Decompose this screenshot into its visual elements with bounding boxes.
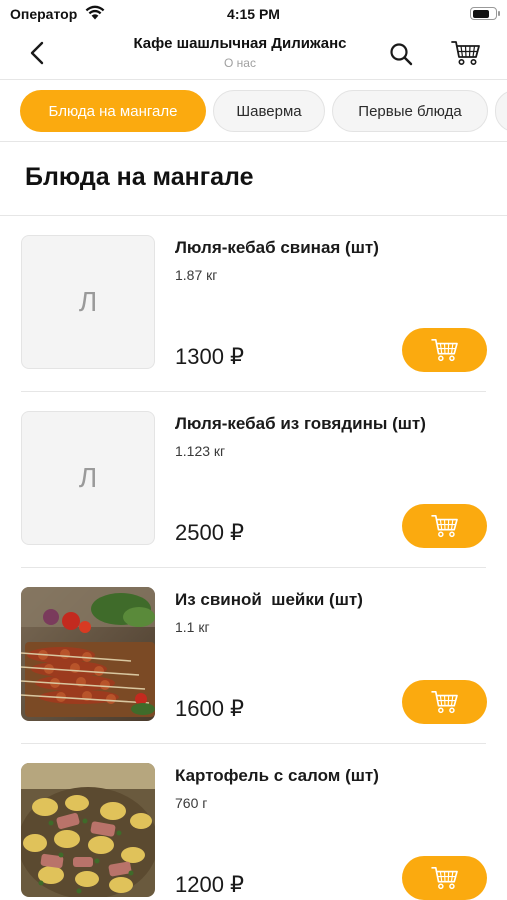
cart-icon [430,691,458,714]
add-to-cart-button[interactable] [402,680,487,724]
back-button[interactable] [22,38,52,68]
add-to-cart-button[interactable] [402,856,487,900]
product-weight: 1.123 кг [175,443,226,459]
product-image-placeholder: Л [21,235,155,369]
product-weight: 1.87 кг [175,267,218,283]
chevron-left-icon [30,41,44,65]
battery-icon [470,7,500,20]
cart-icon [430,515,458,538]
product-price: 1600 ₽ [175,696,245,721]
battery-level [472,9,490,18]
add-to-cart-button[interactable] [402,504,487,548]
product-name: Из свиной шейки (шт) [175,590,363,609]
product-image-placeholder: Л [21,411,155,545]
cart-icon [430,867,458,890]
product-price: 1300 ₽ [175,344,245,369]
category-chip-more[interactable] [495,90,507,132]
product-weight: 760 г [175,795,208,811]
nav-bar: Кафе шашлычная Дилижанс О нас [0,30,507,80]
category-chip-shawarma[interactable]: Шаверма [213,90,325,132]
product-photo [21,587,155,721]
cart-button[interactable] [448,37,484,69]
search-icon [390,43,413,66]
about-link[interactable]: О нас [100,56,380,70]
category-tabs: Блюда на мангале Шаверма Первые блюда [0,80,507,142]
status-bar: Оператор 4:15 PM [0,0,507,30]
product-card[interactable]: Из свиной шейки (шт) 1.1 кг 1600 ₽ [0,568,507,744]
cart-icon [430,339,458,362]
add-to-cart-button[interactable] [402,328,487,372]
product-price: 1200 ₽ [175,872,245,897]
category-chip-soups[interactable]: Первые блюда [332,90,488,132]
section-title: Блюда на мангале [25,163,254,191]
page-title: Кафе шашлычная Дилижанс [133,35,347,52]
status-time: 4:15 PM [227,6,280,22]
product-card[interactable]: Л Люля-кебаб из говядины (шт) 1.123 кг 2… [0,392,507,568]
product-name: Люля-кебаб из говядины (шт) [175,414,426,433]
product-photo [21,763,155,897]
search-button[interactable] [385,38,417,70]
product-weight: 1.1 кг [175,619,210,635]
category-chip-grill[interactable]: Блюда на мангале [20,90,206,132]
product-card[interactable]: Л Люля-кебаб свиная (шт) 1.87 кг 1300 ₽ [0,216,507,392]
product-card[interactable]: Картофель с салом (шт) 760 г 1200 ₽ [0,744,507,900]
product-name: Люля-кебаб свиная (шт) [175,238,379,257]
nav-title-group: Кафе шашлычная Дилижанс О нас [100,35,380,70]
product-name: Картофель с салом (шт) [175,766,379,785]
cart-icon [451,41,480,65]
product-price: 2500 ₽ [175,520,245,545]
